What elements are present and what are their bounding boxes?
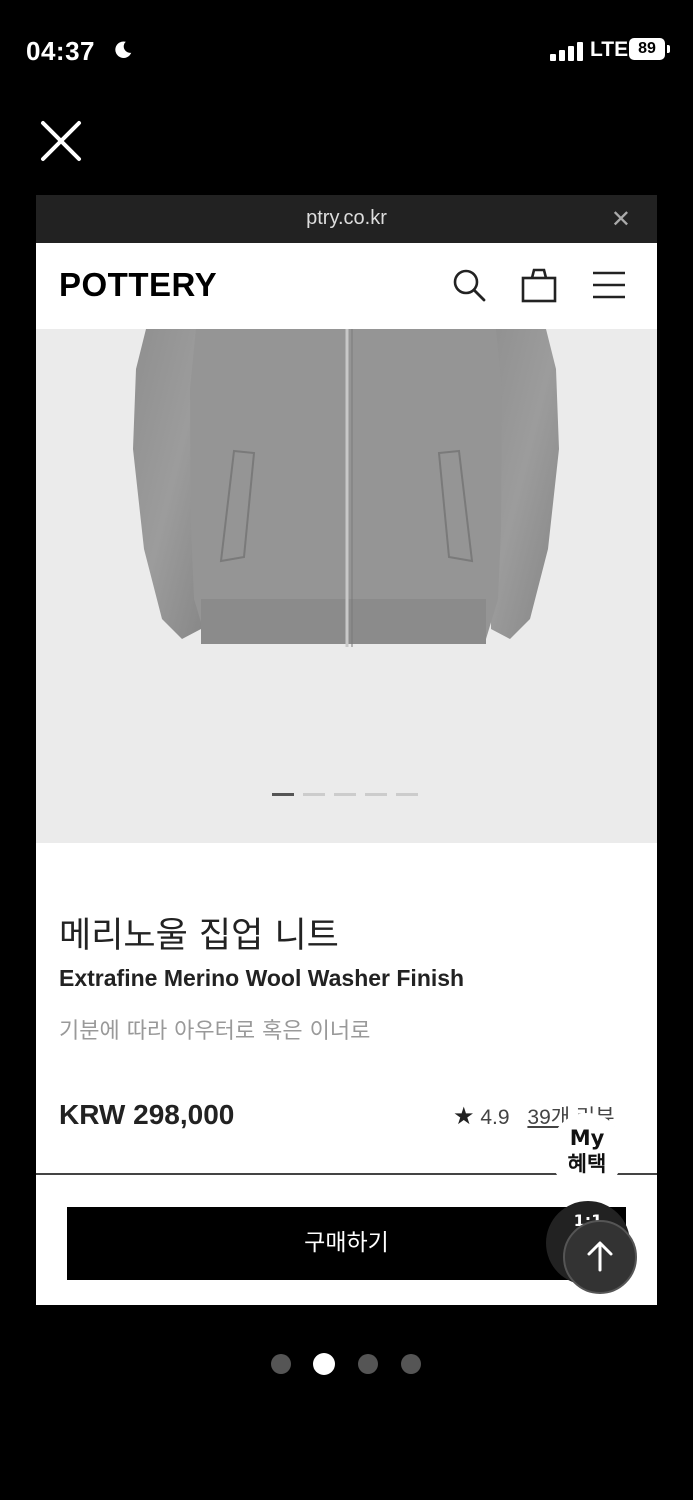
image-slide-indicator <box>272 793 422 797</box>
battery-level: 89 <box>629 38 665 60</box>
slide-dot[interactable] <box>303 793 325 796</box>
product-name-en: Extrafine Merino Wool Washer Finish <box>59 965 465 991</box>
my-benefit-label-2: 혜택 <box>567 1152 607 1176</box>
page-dot[interactable] <box>358 1354 378 1374</box>
site-logo[interactable]: POTTERY <box>59 266 217 304</box>
my-benefit-label-1: My <box>569 1126 605 1150</box>
signal-icon <box>550 42 583 61</box>
arrow-up-icon <box>587 1241 613 1272</box>
slide-dot[interactable] <box>365 793 387 796</box>
site-header: POTTERY <box>36 243 657 329</box>
close-icon[interactable] <box>38 118 84 164</box>
menu-icon[interactable] <box>589 265 629 305</box>
slide-dot[interactable] <box>334 793 356 796</box>
page-dot-active[interactable] <box>313 1353 335 1375</box>
bag-icon[interactable] <box>519 265 559 305</box>
my-benefit-button[interactable]: My 혜택 <box>551 1113 623 1191</box>
url-bar: ptry.co.kr ✕ <box>36 195 657 243</box>
page-dot[interactable] <box>401 1354 421 1374</box>
slide-dot[interactable] <box>396 793 418 796</box>
slide-dot[interactable] <box>272 793 294 796</box>
product-name-ko: 메리노울 집업 니트 <box>59 916 339 956</box>
rating-value: 4.9 <box>480 1106 510 1129</box>
moon-icon <box>115 41 132 58</box>
webpage-preview: ptry.co.kr ✕ POTTERY 메리노울 집업 니트 Extrafin… <box>36 195 657 1305</box>
star-icon: ★ <box>453 1103 475 1130</box>
network-type: LTE <box>590 38 629 61</box>
status-time: 04:37 <box>26 36 95 66</box>
buy-button[interactable]: 구매하기 <box>67 1207 626 1280</box>
status-bar: 04:37 LTE 89 <box>0 0 693 100</box>
url-close-icon[interactable]: ✕ <box>611 205 631 233</box>
search-icon[interactable] <box>449 265 489 305</box>
product-image[interactable] <box>36 329 657 843</box>
page-indicator <box>271 1353 423 1376</box>
product-image-graphic <box>133 329 559 647</box>
page-dot[interactable] <box>271 1354 291 1374</box>
product-price: KRW 298,000 <box>59 1099 235 1130</box>
product-subtitle: 기분에 따라 아우터로 혹은 이너로 <box>59 1019 371 1044</box>
scroll-top-button[interactable] <box>563 1220 637 1294</box>
url-text: ptry.co.kr <box>306 207 387 229</box>
battery-icon: 89 <box>629 38 671 62</box>
